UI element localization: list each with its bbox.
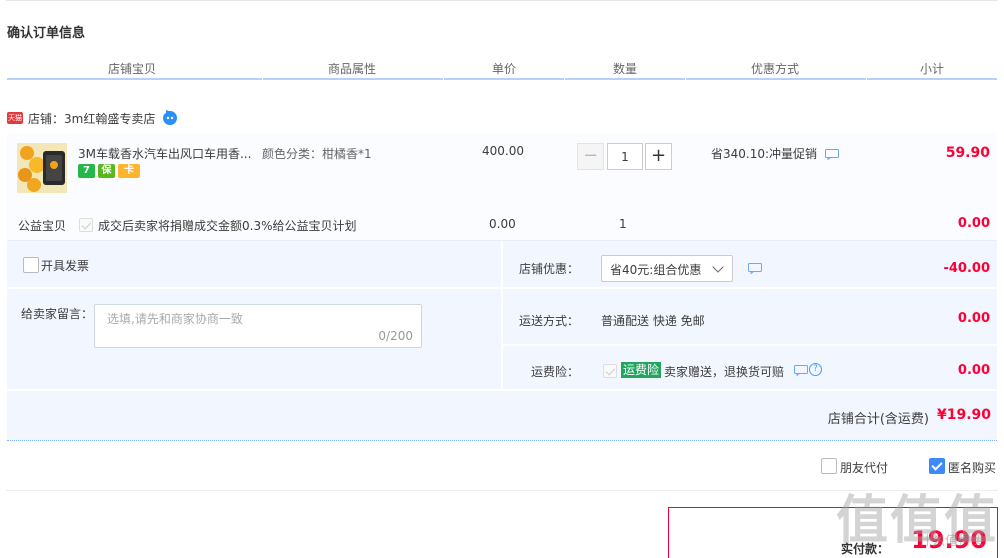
seven-day-return-icon[interactable]: 7: [78, 164, 95, 178]
shop-row: 天猫 店铺：3m红翰盛专卖店: [7, 108, 178, 128]
insurance-text: 卖家赠送，退换货可赔: [664, 365, 785, 379]
memo-placeholder: 选填,请先和商家协商一致: [107, 312, 243, 326]
shop-discount-label: 店铺优惠：: [518, 262, 579, 276]
charity-label: 公益宝贝: [18, 219, 67, 233]
order-options-panel: 开具发票 给卖家留言： 选填,请先和商家协商一致 0/200 店铺优惠： 省40…: [7, 241, 997, 441]
shop-discount-amount: -40.00: [943, 261, 990, 276]
guarantee-icon[interactable]: 保: [98, 164, 115, 178]
promotion-label: 省340.10:冲量促销: [711, 147, 818, 161]
shop-discount-value: 省40元:组合优惠: [610, 263, 702, 277]
insurance-badge: 运费险: [621, 362, 662, 378]
chevron-down-icon: [712, 261, 724, 273]
shop-total-label: 店铺合计(含运费): [827, 412, 929, 427]
cart-item-row: 3M车载香水汽车出风口车用香... 7 保 卡 颜色分类：柑橘香*1 400.0…: [7, 133, 997, 241]
charity-checkbox: [79, 218, 93, 232]
item-subtotal: 59.90: [945, 145, 990, 161]
header-quantity: 数量: [612, 62, 637, 76]
quantity-plus-button[interactable]: +: [645, 143, 672, 170]
quantity-input[interactable]: [607, 143, 643, 170]
invoice-checkbox[interactable]: [23, 257, 39, 273]
insurance-cost: 0.00: [957, 363, 990, 378]
memo-char-count: 0/200: [378, 329, 413, 343]
unit-price: 400.00: [482, 144, 524, 158]
tmall-badge-icon: 天猫: [7, 112, 23, 124]
charity-subtotal: 0.00: [957, 216, 990, 231]
anonymous-checkbox[interactable]: [929, 458, 945, 474]
shipping-cost: 0.00: [957, 311, 990, 326]
memo-textarea[interactable]: 选填,请先和商家协商一致 0/200: [94, 304, 422, 348]
shop-name-link[interactable]: 店铺：3m红翰盛专卖店: [28, 110, 155, 127]
shop-discount-select[interactable]: 省40元:组合优惠: [601, 255, 733, 282]
message-icon[interactable]: [748, 263, 762, 274]
memo-label: 给卖家留言：: [21, 307, 94, 321]
credit-card-icon[interactable]: 卡: [118, 164, 140, 178]
message-icon[interactable]: [824, 149, 839, 161]
product-attribute: 颜色分类：柑橘香*1: [262, 147, 372, 161]
shop-total-value: ¥19.90: [936, 407, 991, 423]
section-title: 确认订单信息: [7, 26, 86, 41]
promotion-text: 省340.10:冲量促销: [711, 145, 839, 162]
charity-quantity: 1: [619, 217, 627, 231]
insurance-label: 运费险：: [530, 365, 579, 379]
insurance-checkbox: [603, 364, 617, 378]
product-thumbnail[interactable]: [17, 143, 67, 193]
header-discount: 优惠方式: [750, 62, 799, 76]
friend-pay-label[interactable]: 朋友代付: [840, 459, 888, 476]
anonymous-label[interactable]: 匿名购买: [948, 459, 996, 476]
help-icon[interactable]: ?: [809, 363, 822, 376]
product-title-link[interactable]: 3M车载香水汽车出风口车用香...: [78, 145, 253, 162]
watermark-site: 什么值得买: [918, 534, 984, 549]
table-header: 店铺宝贝 商品属性 单价 数量 优惠方式 小计: [7, 58, 997, 80]
shipping-method: 普通配送 快递 免邮: [601, 314, 705, 328]
top-divider: [6, 0, 998, 2]
invoice-label[interactable]: 开具发票: [41, 257, 89, 274]
message-icon[interactable]: [794, 365, 808, 376]
charity-text: 成交后卖家将捐赠成交金额0.3%给公益宝贝计划: [98, 219, 357, 233]
header-attribute: 商品属性: [327, 62, 376, 76]
wangwang-chat-icon[interactable]: [162, 110, 178, 126]
quantity-minus-button[interactable]: −: [577, 143, 604, 170]
header-subtotal: 小计: [919, 62, 944, 76]
friend-pay-checkbox[interactable]: [821, 458, 837, 474]
shipping-label: 运送方式：: [518, 314, 579, 328]
header-shop-item: 店铺宝贝: [107, 62, 156, 76]
charity-price: 0.00: [489, 217, 516, 231]
header-price: 单价: [491, 62, 516, 76]
